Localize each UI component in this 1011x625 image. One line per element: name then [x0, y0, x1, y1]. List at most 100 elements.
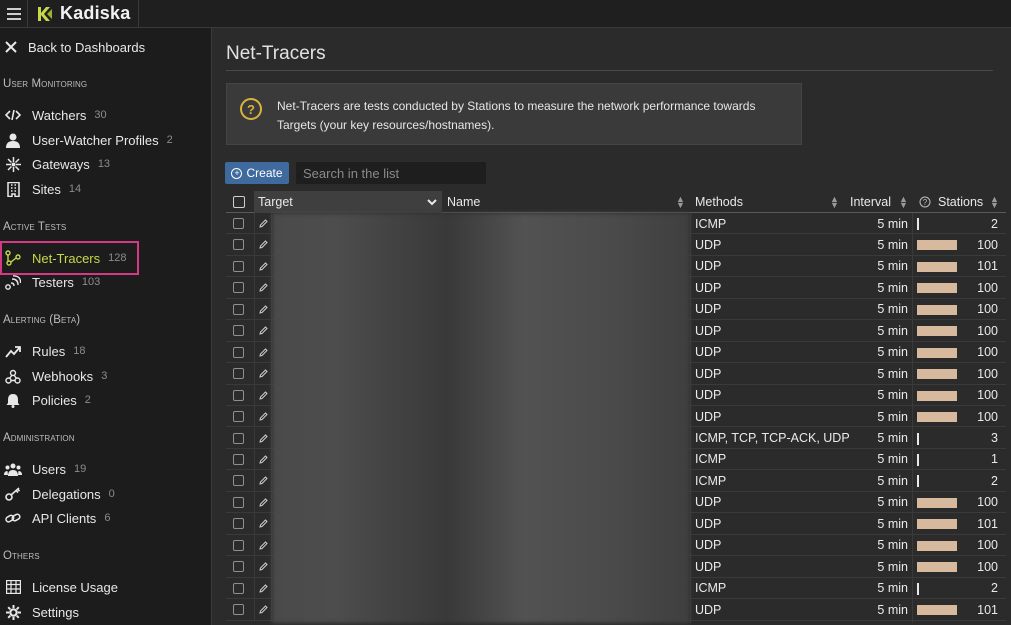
stations-cell: 101: [917, 513, 1000, 534]
column-stations[interactable]: ? Stations ▲ ▼: [919, 191, 1001, 213]
link-icon: [4, 510, 22, 526]
row-checkbox[interactable]: [233, 320, 244, 341]
row-checkbox[interactable]: [233, 385, 244, 406]
column-name[interactable]: Name ▲ ▼: [447, 191, 687, 213]
row-checkbox[interactable]: [233, 256, 244, 277]
column-label: Target: [258, 195, 293, 209]
pencil-icon[interactable]: [254, 577, 272, 599]
pencil-icon[interactable]: [254, 427, 272, 449]
sidebar-item-delegations[interactable]: Delegations 0: [4, 484, 115, 504]
row-checkbox[interactable]: [233, 277, 244, 298]
row-checkbox[interactable]: [233, 470, 244, 491]
row-checkbox[interactable]: [233, 513, 244, 534]
stations-count: 100: [977, 495, 998, 510]
row-checkbox[interactable]: [233, 599, 244, 620]
signal-icon: [4, 274, 22, 290]
sidebar-item-rules[interactable]: Rules 18: [4, 341, 86, 361]
row-checkbox[interactable]: [233, 299, 244, 320]
sidebar-item-net-tracers[interactable]: Net-Tracers 128: [4, 248, 127, 268]
sidebar-item-sites[interactable]: Sites 14: [4, 179, 81, 199]
pencil-icon[interactable]: [254, 255, 272, 277]
sidebar-item-watchers[interactable]: Watchers 30: [4, 105, 107, 125]
row-checkbox[interactable]: [233, 213, 244, 234]
row-checkbox[interactable]: [233, 578, 244, 599]
pencil-icon[interactable]: [254, 534, 272, 556]
sidebar-item-webhooks[interactable]: Webhooks 3: [4, 366, 107, 386]
sidebar-item-api-clients[interactable]: API Clients 6: [4, 508, 110, 528]
column-divider: [912, 213, 913, 623]
sidebar-item-users[interactable]: Users 19: [4, 459, 86, 479]
row-checkbox[interactable]: [233, 363, 244, 384]
pencil-icon[interactable]: [254, 213, 272, 234]
pencil-icon[interactable]: [254, 556, 272, 578]
interval-cell: 5 min: [877, 581, 908, 596]
menu-icon[interactable]: [0, 0, 28, 27]
stations-bar: [917, 283, 957, 294]
sidebar-item-count: 128: [108, 252, 127, 264]
bell-icon: [4, 392, 22, 408]
methods-cell: ICMP: [695, 216, 727, 231]
grid-icon: [4, 579, 22, 595]
methods-cell: UDP: [695, 516, 722, 531]
interval-cell: 5 min: [877, 495, 908, 510]
methods-cell: UDP: [695, 388, 722, 403]
search-input[interactable]: [296, 162, 486, 184]
pencil-icon[interactable]: [254, 320, 272, 342]
back-to-dashboards-link[interactable]: Back to Dashboards: [4, 38, 145, 56]
methods-cell: UDP: [695, 366, 722, 381]
row-checkbox[interactable]: [233, 492, 244, 513]
pencil-icon[interactable]: [254, 298, 272, 320]
pencil-icon[interactable]: [254, 341, 272, 363]
interval-cell: 5 min: [877, 237, 908, 252]
row-checkbox[interactable]: [233, 428, 244, 449]
row-checkbox[interactable]: [233, 342, 244, 363]
create-button[interactable]: + Create: [225, 162, 289, 184]
brand[interactable]: Kadiska: [36, 0, 140, 27]
stations-cell: 100: [917, 277, 1000, 298]
pencil-icon[interactable]: [254, 363, 272, 385]
stations-count: 101: [977, 602, 998, 617]
interval-cell: 5 min: [877, 559, 908, 574]
row-checkbox[interactable]: [233, 449, 244, 470]
close-icon: [5, 41, 17, 53]
pencil-icon[interactable]: [254, 277, 272, 299]
column-methods[interactable]: Methods ▲ ▼: [695, 191, 841, 213]
pencil-icon[interactable]: [254, 491, 272, 513]
select-all-checkbox[interactable]: [233, 191, 245, 213]
row-checkbox[interactable]: [233, 556, 244, 577]
pencil-icon[interactable]: [254, 599, 272, 621]
pencil-icon[interactable]: [254, 513, 272, 535]
methods-cell: ICMP, TCP, TCP-ACK, UDP: [695, 431, 850, 445]
pencil-icon[interactable]: [254, 470, 272, 492]
interval-cell: 5 min: [877, 388, 908, 403]
column-interval[interactable]: Interval ▲ ▼: [850, 191, 910, 213]
sidebar-item-license-usage[interactable]: License Usage: [4, 577, 118, 597]
sidebar-item-gateways[interactable]: Gateways 13: [4, 154, 110, 174]
pencil-icon[interactable]: [254, 234, 272, 256]
pencil-icon[interactable]: [254, 406, 272, 428]
sidebar-item-settings[interactable]: Settings: [4, 602, 79, 622]
methods-cell: ICMP: [695, 473, 727, 488]
webhook-icon: [4, 368, 22, 384]
pencil-icon[interactable]: [254, 448, 272, 470]
methods-cell: UDP: [695, 323, 722, 338]
row-checkbox[interactable]: [233, 535, 244, 556]
sidebar-item-testers[interactable]: Testers 103: [4, 272, 100, 292]
stations-count: 100: [977, 345, 998, 360]
sidebar-item-count: 18: [73, 345, 86, 357]
sidebar-item-policies[interactable]: Policies 2: [4, 390, 91, 410]
sidebar-item-label: License Usage: [32, 579, 118, 595]
pencil-icon[interactable]: [254, 384, 272, 406]
stations-count: 100: [977, 237, 998, 252]
column-target[interactable]: Target: [254, 191, 442, 213]
stations-bar: [917, 326, 957, 337]
user-icon: [4, 132, 22, 148]
row-checkbox[interactable]: [233, 406, 244, 427]
stations-count: 100: [977, 323, 998, 338]
route-icon: [4, 250, 22, 266]
sidebar-item-user-watcher-profiles[interactable]: User-Watcher Profiles 2: [4, 130, 173, 150]
sidebar-item-count: 3: [101, 370, 108, 382]
row-checkbox[interactable]: [233, 234, 244, 255]
stations-bar: [917, 261, 957, 272]
stations-count: 100: [977, 409, 998, 424]
